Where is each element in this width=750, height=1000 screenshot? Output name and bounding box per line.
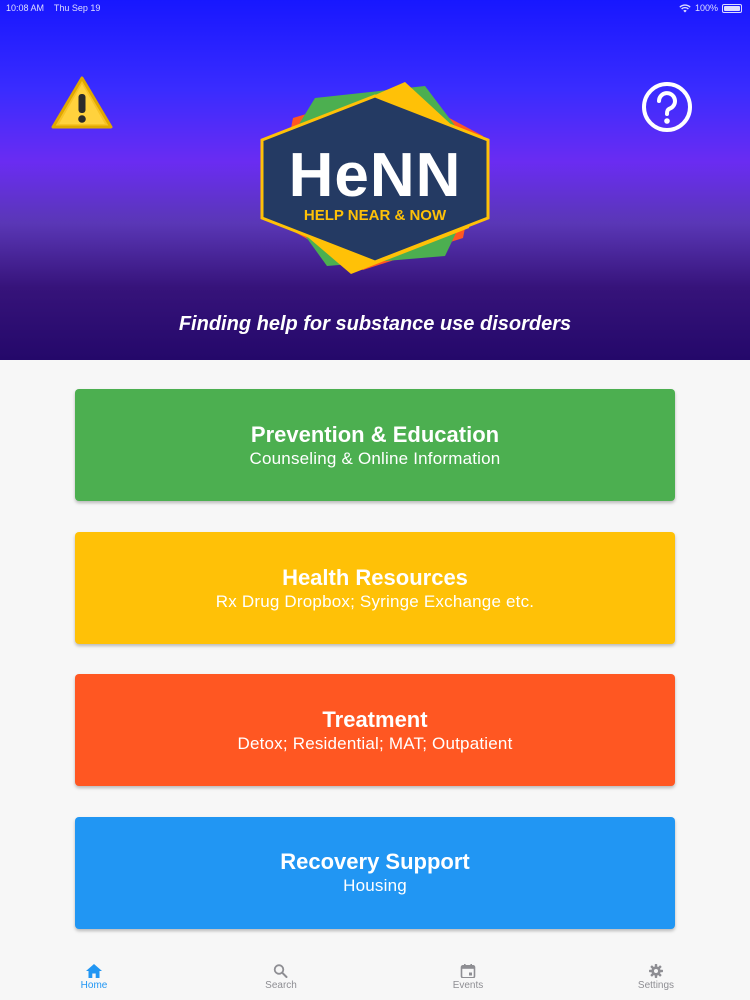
card-title: Recovery Support (280, 849, 470, 874)
status-date: Thu Sep 19 (53, 3, 101, 13)
home-icon (86, 964, 102, 978)
tagline: Finding help for substance use disorders (178, 313, 572, 335)
header-banner: 10:08 AM Thu Sep 19 100% HeNN HELP NEAR … (0, 0, 750, 360)
logo-text: HeNN (289, 141, 462, 210)
treatment-button[interactable]: Treatment Detox; Residential; MAT; Outpa… (75, 674, 675, 786)
health-resources-button[interactable]: Health Resources Rx Drug Dropbox; Syring… (75, 532, 675, 644)
battery-icon (722, 3, 742, 13)
card-title: Health Resources (282, 565, 468, 590)
henn-logo: HeNN HELP NEAR & NOW (255, 78, 495, 278)
calendar-icon (460, 964, 476, 978)
tab-label: Search (265, 980, 297, 991)
bottom-tab-bar: Home Search Events Settings (0, 952, 750, 1000)
status-time: 10:08 AM (6, 3, 45, 13)
wifi-icon (679, 3, 691, 12)
card-subtitle: Detox; Residential; MAT; Outpatient (237, 734, 513, 753)
tab-label: Settings (637, 980, 675, 991)
status-bar: 10:08 AM Thu Sep 19 100% (0, 0, 750, 16)
warning-button[interactable] (50, 74, 114, 132)
tab-label: Events (452, 980, 484, 991)
tab-settings[interactable]: Settings (616, 952, 696, 1000)
card-title: Treatment (322, 707, 428, 732)
tab-home[interactable]: Home (54, 952, 134, 1000)
recovery-support-button[interactable]: Recovery Support Housing (75, 817, 675, 929)
help-icon (642, 82, 692, 132)
home-screen: 10:08 AM Thu Sep 19 100% HeNN HELP NEAR … (0, 0, 750, 1000)
warning-icon (51, 76, 113, 129)
help-button[interactable] (640, 80, 694, 134)
search-icon (273, 964, 288, 978)
card-subtitle: Housing (343, 876, 407, 895)
card-subtitle: Counseling & Online Information (249, 449, 501, 468)
tab-events[interactable]: Events (428, 952, 508, 1000)
battery-percent: 100% (694, 3, 718, 13)
tab-label: Home (80, 980, 108, 991)
logo-subtitle: HELP NEAR & NOW (304, 207, 447, 224)
status-indicators: 100% (679, 0, 742, 16)
prevention-education-button[interactable]: Prevention & Education Counseling & Onli… (75, 389, 675, 501)
status-time-date: 10:08 AM Thu Sep 19 (6, 0, 100, 16)
tab-search[interactable]: Search (241, 952, 321, 1000)
gear-icon (649, 964, 663, 978)
card-title: Prevention & Education (250, 422, 500, 447)
card-subtitle: Rx Drug Dropbox; Syringe Exchange etc. (215, 592, 535, 611)
